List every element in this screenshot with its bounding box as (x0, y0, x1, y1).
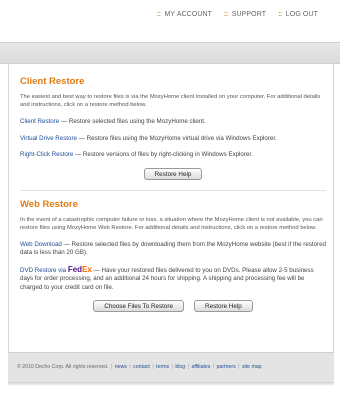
dvd-restore-option: DVD Restore via FedEx — Have your restor… (20, 264, 326, 293)
copyright: © 2010 Decho Corp. All rights reserved. (17, 364, 109, 370)
top-header: :: MY ACCOUNT :: SUPPORT :: LOG OUT (0, 0, 340, 40)
footer-text: © 2010 Decho Corp. All rights reserved. … (17, 364, 262, 370)
client-restore-link[interactable]: Client Restore (20, 118, 59, 125)
right-click-desc: — Restore versions of files by right-cli… (73, 151, 253, 158)
web-download-option: Web Download — Restore selected files by… (20, 241, 326, 258)
section-divider (20, 189, 326, 191)
client-restore-help-button[interactable]: Restore Help (143, 167, 203, 180)
footer-separator: | (238, 364, 240, 370)
fedex-logo-ex: Ex (82, 264, 92, 274)
virtual-drive-desc: — Restore files using the MozyHome virtu… (76, 134, 277, 142)
footer-link-news[interactable]: news (115, 364, 127, 370)
footer-separator: | (110, 364, 113, 370)
content-inner: Client Restore The easiest and best way … (20, 76, 326, 312)
choose-files-button[interactable]: Choose Files To Restore (93, 300, 185, 312)
main-content: Client Restore The easiest and best way … (8, 64, 334, 352)
web-restore-title: Web Restore (20, 198, 78, 210)
nav-support-label: SUPPORT (231, 11, 267, 18)
web-restore-intro: In the event of a catastrophic computer … (20, 216, 323, 231)
nav-separator-dots: :: (278, 11, 282, 18)
footer-separator: | (212, 364, 215, 370)
nav-support[interactable]: :: SUPPORT (224, 11, 266, 18)
client-restore-option: Client Restore — Restore selected files … (20, 118, 326, 127)
footer-separator: | (129, 364, 131, 370)
web-restore-buttons: Choose Files To Restore Restore Help (20, 300, 326, 312)
client-restore-buttons: Restore Help (20, 167, 326, 180)
web-download-link[interactable]: Web Download (20, 241, 62, 248)
footer-link-contact[interactable]: contact (133, 364, 150, 370)
right-click-restore-link[interactable]: Right-Click Restore (20, 151, 73, 158)
footer-link-site-map[interactable]: site map (242, 364, 262, 370)
dvd-restore-link[interactable]: DVD Restore via (20, 267, 66, 274)
footer-link-partners[interactable]: partners (217, 364, 236, 370)
client-restore-desc: — Restore selected files using the MozyH… (59, 118, 206, 125)
footer-link-terms[interactable]: terms (156, 364, 169, 370)
page: :: MY ACCOUNT :: SUPPORT :: LOG OUT Clie… (0, 0, 340, 400)
nav-my-account-label: MY ACCOUNT (164, 11, 213, 18)
nav-separator-dots: :: (156, 11, 161, 18)
virtual-drive-option: Virtual Drive Restore — Restore files us… (20, 135, 326, 144)
footer-shadow (8, 382, 334, 386)
nav-log-out-label: LOG OUT (285, 11, 318, 18)
nav-log-out[interactable]: :: LOG OUT (278, 11, 318, 18)
footer-link-affiliates[interactable]: affiliates (191, 364, 210, 370)
fedex-logo-fed: Fed (67, 264, 83, 274)
footer-separator: | (187, 364, 189, 370)
virtual-drive-restore-link[interactable]: Virtual Drive Restore (20, 135, 77, 142)
web-restore-help-button[interactable]: Restore Help (194, 300, 253, 312)
right-click-option: Right-Click Restore — Restore versions o… (20, 151, 326, 160)
footer: © 2010 Decho Corp. All rights reserved. … (8, 352, 334, 382)
footer-separator: | (152, 364, 154, 370)
web-download-desc: — Restore selected files by downloading … (20, 240, 326, 257)
client-restore-title: Client Restore (20, 76, 85, 87)
nav-my-account[interactable]: :: MY ACCOUNT (157, 11, 212, 18)
nav-separator-dots: :: (224, 11, 228, 18)
fedex-logo: FedEx (67, 264, 92, 274)
client-restore-intro: The easiest and best way to restore file… (20, 94, 321, 108)
header-band (0, 42, 340, 64)
top-nav: :: MY ACCOUNT :: SUPPORT :: LOG OUT (157, 11, 318, 18)
footer-separator: | (171, 364, 173, 370)
footer-link-blog[interactable]: blog (175, 364, 185, 370)
